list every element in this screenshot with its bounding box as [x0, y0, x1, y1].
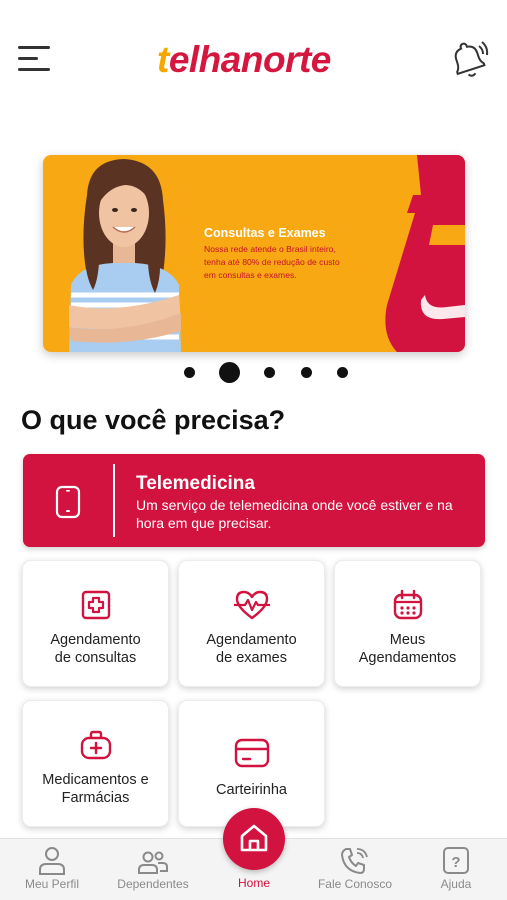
divider [113, 464, 115, 537]
service-card-exames[interactable]: Agendamento de exames [178, 560, 325, 687]
telemedicine-card[interactable]: Telemedicina Um serviço de telemedicina … [23, 454, 485, 547]
calendar-icon [393, 589, 422, 620]
banner-title: Consultas e Exames [204, 226, 326, 240]
menu-icon[interactable] [16, 44, 52, 76]
woman-photo [69, 159, 181, 352]
card-label: Carteirinha [216, 782, 287, 798]
service-card-medicamentos[interactable]: Medicamentos e Farmácias [22, 700, 169, 827]
nav-item-dependentes[interactable]: Dependentes [108, 839, 198, 900]
nav-item-fale-conosco[interactable]: Fale Conosco [312, 839, 398, 900]
nav-item-ajuda[interactable]: ? Ajuda [418, 839, 494, 900]
banner-text: Consultas e Exames Nossa rede atende o B… [204, 226, 384, 282]
promo-banner[interactable]: Consultas e Exames Nossa rede atende o B… [43, 155, 465, 352]
app-header: t elhanorte [0, 0, 507, 120]
carousel-dot[interactable] [337, 367, 348, 378]
medical-bag-icon [80, 730, 111, 760]
smartphone-icon [55, 485, 81, 519]
card-label: Meus Agendamentos [358, 632, 457, 666]
card-label: Agendamento de consultas [50, 632, 141, 666]
home-icon [240, 824, 268, 852]
section-title: O que você precisa? [21, 405, 286, 435]
brand-t-graphic [385, 155, 465, 352]
carousel-dot-active[interactable] [219, 362, 240, 383]
nav-item-meu-perfil[interactable]: Meu Perfil [12, 839, 92, 900]
users-icon [138, 851, 168, 874]
telemedicine-description: Um serviço de telemedicina onde você est… [136, 497, 453, 531]
service-card-agendamentos[interactable]: Meus Agendamentos [334, 560, 481, 687]
medical-cross-icon [81, 590, 110, 620]
card-label: Agendamento de exames [206, 632, 297, 666]
carousel-dot[interactable] [301, 367, 312, 378]
heartbeat-icon [233, 590, 270, 620]
card-icon [234, 738, 269, 768]
help-icon: ? [443, 847, 469, 874]
telhanorte-logo: t elhanorte [157, 39, 331, 80]
nav-label: Dependentes [117, 877, 189, 891]
carousel-dot[interactable] [184, 367, 195, 378]
banner-subtitle: Nossa rede atende o Brasil inteiro, tenh… [204, 244, 340, 280]
service-card-consultas[interactable]: Agendamento de consultas [22, 560, 169, 687]
card-label: Medicamentos e Farmácias [42, 772, 149, 806]
notification-bell-icon[interactable] [446, 40, 490, 82]
user-icon [39, 847, 65, 875]
nav-label: Ajuda [440, 877, 472, 891]
nav-label-home: Home [237, 876, 270, 890]
nav-label: Fale Conosco [317, 877, 393, 891]
phone-icon [341, 848, 368, 874]
carousel-dot[interactable] [264, 367, 275, 378]
svg-text:?: ? [451, 854, 460, 871]
carousel-indicators [0, 362, 507, 383]
nav-item-home[interactable] [223, 808, 285, 870]
telemedicine-title: Telemedicina [136, 473, 255, 494]
nav-label: Meu Perfil [24, 877, 80, 891]
